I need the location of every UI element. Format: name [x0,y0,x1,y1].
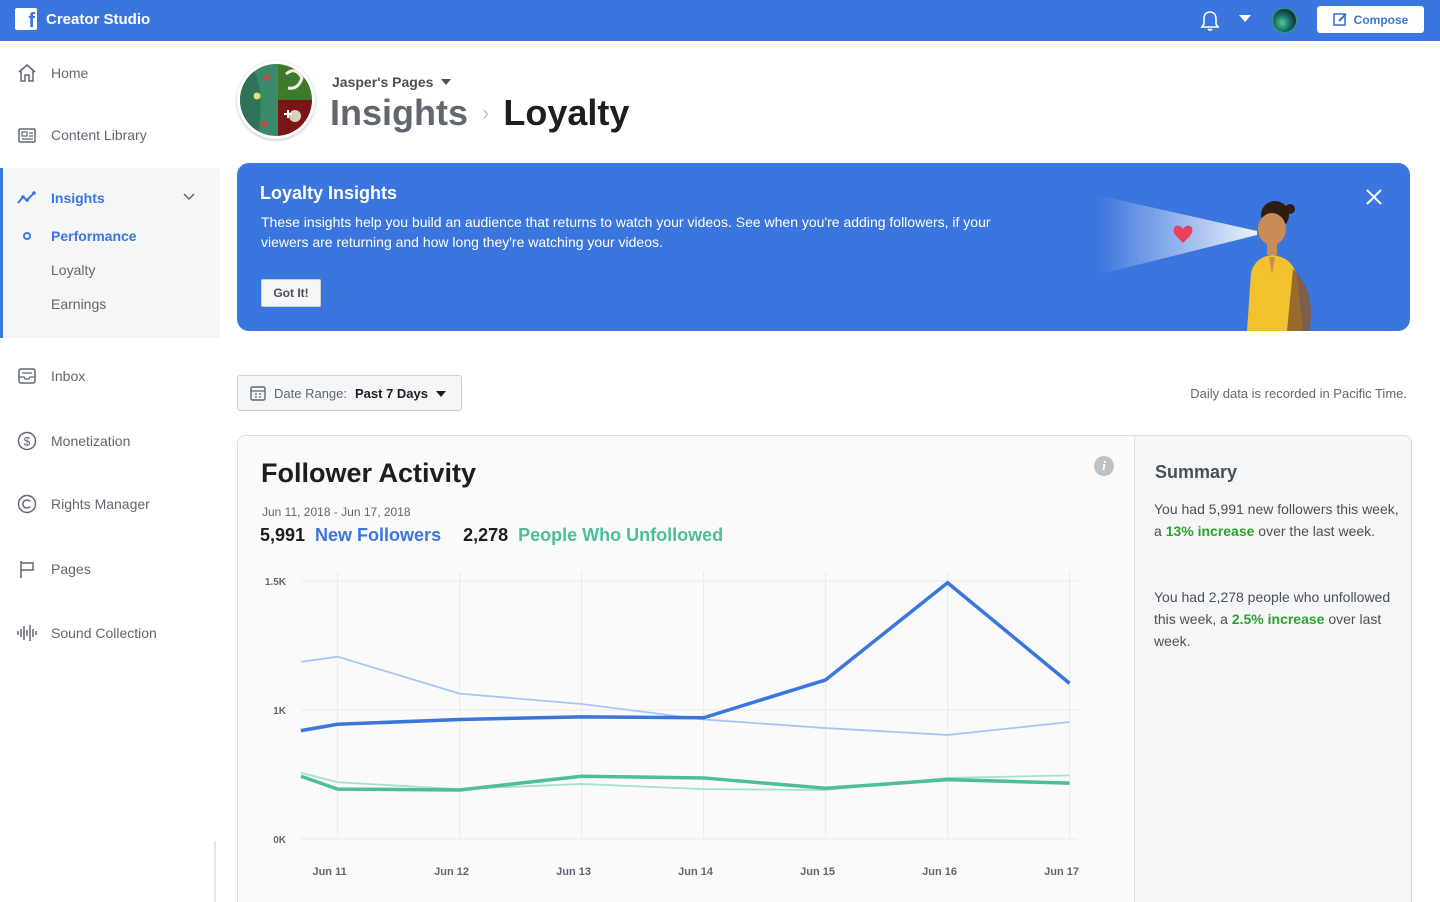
caret-down-icon [436,391,446,397]
sidebar-subitem-earnings[interactable]: Earnings [51,296,106,312]
sidebar-divider [214,841,216,902]
series-line[interactable] [300,655,1070,736]
new-followers-legend[interactable]: New Followers [315,525,441,546]
y-tick-label: 0K [273,835,287,846]
sidebar-item-monetization[interactable]: $ Monetization [0,421,220,461]
date-range-label: Date Range: [274,385,347,401]
account-menu-chevron-icon[interactable] [1239,15,1251,22]
sidebar-subitem-loyalty[interactable]: Loyalty [51,262,95,278]
sidebar-item-insights[interactable]: Insights [0,178,220,218]
follower-activity-card: Follower Activity i Jun 11, 2018 - Jun 1… [237,435,1412,902]
avatar[interactable] [1272,8,1297,33]
banner-text: These insights help you build an audienc… [261,214,991,250]
sidebar-item-rights-manager[interactable]: Rights Manager [0,484,220,524]
app-title[interactable]: Creator Studio [46,11,150,28]
page-selector[interactable]: Jasper's Pages [332,74,452,90]
compose-label: Compose [1353,12,1409,27]
metrics-row: 5,991 New Followers 2,278 People Who Unf… [260,525,723,546]
loyalty-insights-banner: Loyalty Insights These insights help you… [237,163,1410,331]
chevron-right-icon: › [482,100,490,125]
got-it-button[interactable]: Got It! [261,279,321,307]
x-tick-label: Jun 16 [922,866,957,878]
x-tick-label: Jun 15 [800,866,835,878]
summary-followers-text: You had 5,991 new followers this week, a… [1154,498,1399,542]
card-title: Follower Activity [261,458,477,488]
inbox-icon [16,365,38,387]
home-icon [16,62,38,84]
unfollowed-count: 2,278 [463,525,509,545]
active-dot-icon [23,232,31,240]
banner-title: Loyalty Insights [260,183,398,203]
x-tick-label: Jun 12 [434,866,469,878]
sidebar-subitem-performance[interactable]: Performance [51,228,137,244]
sidebar-item-label: Pages [51,561,91,577]
caret-down-icon [441,79,452,85]
summary-panel: Summary You had 5,991 new followers this… [1134,436,1411,902]
page-avatar[interactable] [237,61,315,139]
top-bar: f Creator Studio Compose [0,0,1440,41]
date-range-value: Past 7 Days [355,385,428,401]
y-tick-label: 1K [273,706,287,717]
summary-title: Summary [1155,462,1238,482]
unfollowed-legend[interactable]: People Who Unfollowed [518,525,723,546]
sound-wave-icon [16,622,38,644]
sidebar: Home Content Library Insights Performanc… [0,41,220,902]
chevron-down-icon[interactable] [183,193,195,201]
facebook-logo-icon[interactable]: f [15,8,37,30]
summary-unfollowed-text: You had 2,278 people who unfollowed this… [1154,586,1399,652]
insights-icon [16,187,38,209]
compose-button[interactable]: Compose [1317,6,1424,33]
bell-icon[interactable] [1200,10,1220,32]
date-span: Jun 11, 2018 - Jun 17, 2018 [262,505,411,519]
date-range-selector[interactable]: Date Range: Past 7 Days [237,375,462,411]
info-icon[interactable]: i [1094,456,1114,476]
sidebar-item-label: Content Library [51,127,147,143]
copyright-icon [16,493,38,515]
x-tick-label: Jun 17 [1044,866,1079,878]
timezone-note: Daily data is recorded in Pacific Time. [1190,386,1407,401]
viewer-illustration-icon [1097,195,1311,331]
chart-panel: Follower Activity i Jun 11, 2018 - Jun 1… [238,436,1134,902]
increase-highlight: 2.5% increase [1231,611,1325,627]
x-tick-label: Jun 11 [312,866,346,878]
page-name: Jasper's Pages [332,74,434,90]
compose-icon [1332,13,1347,26]
breadcrumb-parent[interactable]: Insights [330,92,468,134]
y-tick-label: 1.5K [265,577,287,588]
calendar-icon [250,386,266,401]
sidebar-item-label: Rights Manager [51,496,150,512]
sidebar-item-pages[interactable]: Pages [0,549,220,589]
dollar-icon: $ [16,430,38,452]
sidebar-item-inbox[interactable]: Inbox [0,356,220,396]
summary-text: over the last week. [1254,523,1376,539]
page-title: Loyalty [503,92,630,133]
content-library-icon [16,124,38,146]
sidebar-item-label: Insights [51,190,105,206]
sidebar-item-label: Monetization [51,433,131,449]
sidebar-item-label: Sound Collection [51,625,157,641]
series-line[interactable] [300,580,1071,733]
close-icon[interactable] [1364,187,1384,207]
sidebar-item-label: Inbox [51,368,86,384]
svg-text:$: $ [24,435,31,449]
follower-activity-chart: 1.5K 1K 0K Jun 11 Jun 12 Jun 13 Jun 14 Jun 15 Ju… [265,571,1079,878]
increase-highlight: 13% increase [1165,523,1255,539]
sidebar-item-sound-collection[interactable]: Sound Collection [0,613,220,653]
x-tick-label: Jun 13 [556,866,591,878]
breadcrumb: Insights › Loyalty [330,92,629,134]
x-tick-label: Jun 14 [678,866,714,878]
sidebar-item-home[interactable]: Home [0,53,220,93]
flag-icon [16,558,38,580]
new-followers-count: 5,991 [260,525,306,545]
sidebar-item-content-library[interactable]: Content Library [0,115,220,155]
sidebar-item-label: Home [51,65,89,81]
